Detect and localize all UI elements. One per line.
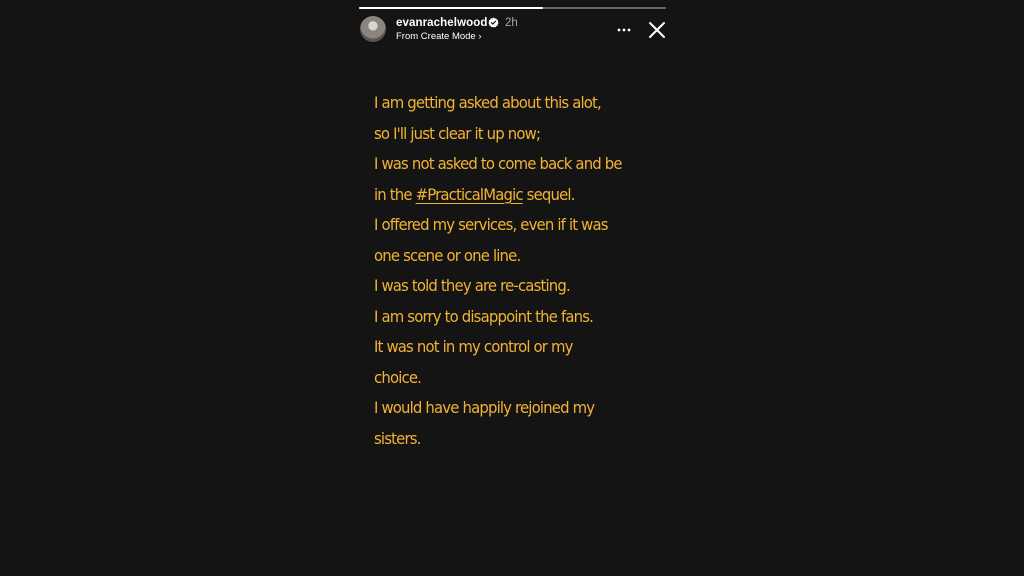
post-time: 2h (505, 17, 518, 29)
story-line: I was told they are re-casting. (374, 276, 571, 295)
more-horizontal-icon[interactable] (616, 23, 632, 37)
story-line: sisters. (374, 428, 421, 448)
story-line-segment: in the (374, 184, 413, 204)
story-line-segment: sequel. (526, 184, 576, 204)
hashtag-link[interactable]: #PracticalMagic (416, 185, 524, 204)
story-line: It was not in my control or my (374, 337, 573, 356)
story-line: one scene or one line. (374, 245, 521, 265)
story-viewer[interactable]: evanrachelwood 2h From Create Mode › I a… (357, 0, 668, 576)
verified-badge-icon (488, 17, 499, 28)
story-line: choice. (374, 367, 422, 387)
story-line: I was not asked to come back and be (374, 154, 623, 173)
page: evanrachelwood 2h From Create Mode › I a… (0, 0, 1024, 576)
create-mode-link[interactable]: From Create Mode › (396, 30, 482, 43)
story-progress-fill (359, 7, 544, 9)
story-text: I am getting asked about this alot, so I… (374, 88, 644, 454)
story-line: I am getting asked about this alot, (374, 93, 602, 112)
story-line-hashtag: in the #PracticalMagic sequel. (374, 180, 644, 211)
story-line: so I'll just clear it up now; (374, 123, 541, 143)
username[interactable]: evanrachelwood (396, 15, 488, 31)
story-line: I offered my services, even if it was (374, 215, 609, 234)
close-icon[interactable] (648, 21, 666, 39)
story-line: I would have happily rejoined my (374, 398, 595, 417)
avatar[interactable] (360, 16, 386, 42)
story-line: I am sorry to disappoint the fans. (374, 306, 594, 326)
story-progress-bar (359, 7, 666, 9)
